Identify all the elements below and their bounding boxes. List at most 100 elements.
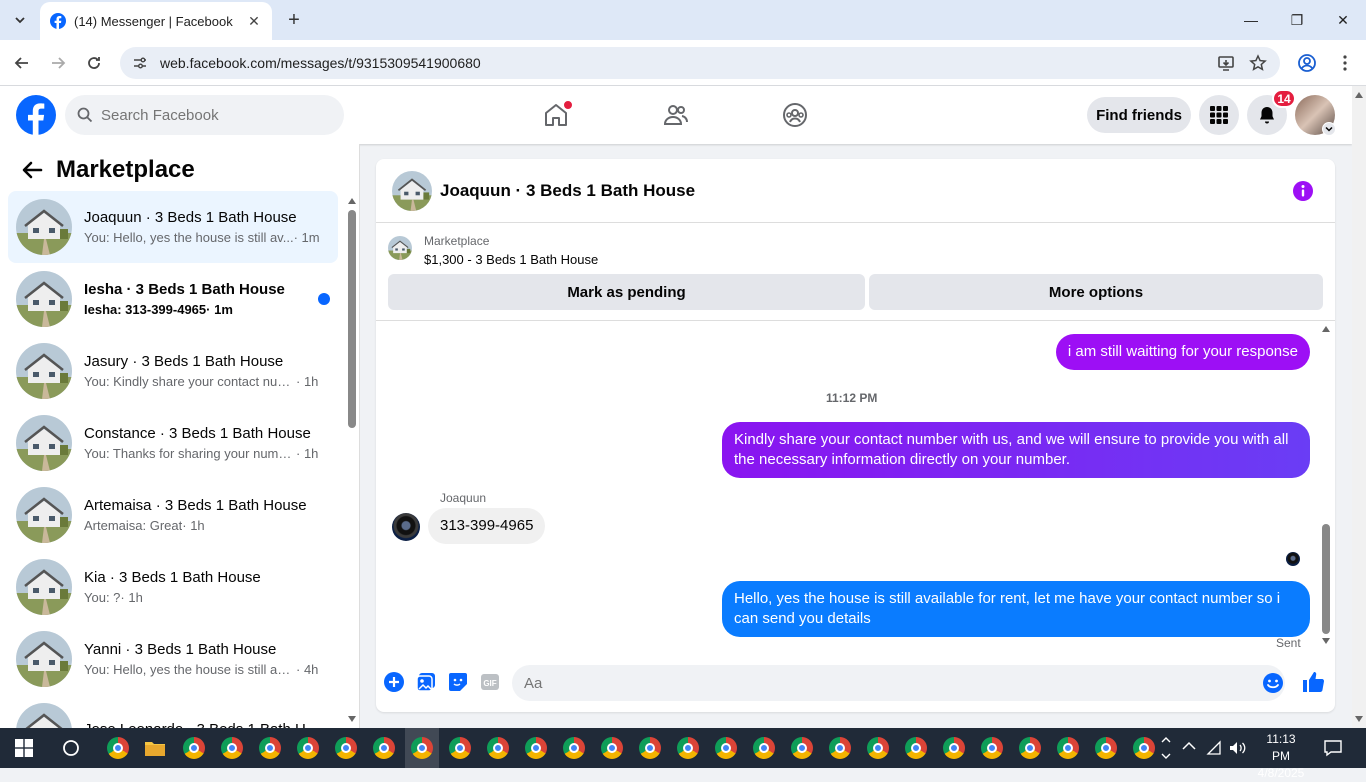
menu-grid-icon[interactable] <box>1199 95 1239 135</box>
account-chevron-down-icon[interactable] <box>1322 122 1336 136</box>
conversation-item[interactable]: Yanni · 3 Beds 1 Bath House You: Hello, y… <box>8 623 338 695</box>
scroll-down-icon[interactable] <box>348 716 356 722</box>
conversation-item[interactable]: Jose Leonardo · 3 Beds 1 Bath H... <box>8 695 338 728</box>
restore-icon[interactable]: ❐ <box>1274 6 1320 34</box>
conversation-item[interactable]: Kia · 3 Beds 1 Bath House You: ? · 1h <box>8 551 338 623</box>
chrome-taskbar-icon[interactable] <box>674 734 702 762</box>
info-icon[interactable] <box>1293 181 1313 201</box>
chrome-taskbar-icon[interactable] <box>978 734 1006 762</box>
chrome-taskbar-icon[interactable] <box>750 734 778 762</box>
attach-photo-icon[interactable] <box>415 671 437 693</box>
page-scrollbar[interactable] <box>1352 86 1366 728</box>
taskbar-overflow-chevron-icon[interactable] <box>1161 732 1171 764</box>
search-taskbar-icon[interactable] <box>57 734 85 762</box>
scroll-up-icon[interactable] <box>1322 326 1330 332</box>
friends-nav-icon[interactable] <box>661 100 691 130</box>
chrome-taskbar-icon[interactable] <box>405 728 439 768</box>
facebook-logo-icon[interactable] <box>16 95 56 135</box>
chat-scroll-thumb[interactable] <box>1322 524 1330 634</box>
chrome-taskbar-icon[interactable] <box>940 734 968 762</box>
chrome-taskbar-icon[interactable] <box>598 734 626 762</box>
chrome-taskbar-icon[interactable] <box>370 734 398 762</box>
listing-title[interactable]: $1,300 - 3 Beds 1 Bath House <box>424 252 598 267</box>
chrome-taskbar-icon[interactable] <box>256 734 284 762</box>
gif-icon[interactable]: GIF <box>479 671 501 693</box>
conversation-item[interactable]: Joaquun · 3 Beds 1 Bath House You: Hello,… <box>8 191 338 263</box>
chrome-taskbar-icon[interactable] <box>294 734 322 762</box>
chrome-taskbar-icon[interactable] <box>1054 734 1082 762</box>
groups-nav-icon[interactable] <box>780 100 810 130</box>
chrome-taskbar-icon[interactable] <box>788 734 816 762</box>
listing-thumbnail[interactable] <box>388 236 412 260</box>
network-icon[interactable] <box>1206 740 1222 756</box>
chrome-taskbar-icon[interactable] <box>1092 734 1120 762</box>
browser-tab[interactable]: (14) Messenger | Facebook ✕ <box>40 2 272 40</box>
chrome-taskbar-icon[interactable] <box>560 734 588 762</box>
find-friends-button[interactable]: Find friends <box>1087 97 1191 133</box>
chrome-taskbar-icon[interactable] <box>1130 734 1158 762</box>
install-app-icon[interactable] <box>1213 50 1239 76</box>
outgoing-message[interactable]: Kindly share your contact number with us… <box>722 422 1310 478</box>
tab-close-icon[interactable]: ✕ <box>246 13 262 29</box>
chrome-taskbar-icon[interactable] <box>446 734 474 762</box>
outgoing-message[interactable]: Hello, yes the house is still available … <box>722 581 1310 637</box>
chrome-taskbar-icon[interactable] <box>636 734 664 762</box>
mark-as-pending-button[interactable]: Mark as pending <box>388 274 865 310</box>
browser-menu-icon[interactable] <box>1332 50 1358 76</box>
conversation-item[interactable]: Iesha · 3 Beds 1 Bath House Iesha: 313-39… <box>8 263 338 335</box>
bookmark-star-icon[interactable] <box>1245 50 1271 76</box>
chrome-taskbar-icon[interactable] <box>332 734 360 762</box>
sticker-icon[interactable] <box>447 671 469 693</box>
scroll-up-icon[interactable] <box>348 198 356 204</box>
chrome-taskbar-icon[interactable] <box>218 734 246 762</box>
emoji-icon[interactable] <box>1262 672 1284 694</box>
profile-icon[interactable] <box>1294 50 1320 76</box>
incoming-message[interactable]: 313-399-4965 <box>428 508 546 544</box>
message-input[interactable] <box>512 665 1285 701</box>
chrome-taskbar-icon[interactable] <box>1016 734 1044 762</box>
home-nav-icon[interactable] <box>541 100 573 130</box>
sender-avatar[interactable] <box>392 513 420 541</box>
more-options-button[interactable]: More options <box>869 274 1323 310</box>
facebook-search[interactable] <box>65 95 344 135</box>
forward-icon[interactable] <box>45 50 71 76</box>
file-explorer-icon[interactable] <box>141 734 169 762</box>
chrome-taskbar-icon[interactable] <box>826 734 854 762</box>
chrome-taskbar-icon[interactable] <box>864 734 892 762</box>
chrome-taskbar-icon[interactable] <box>180 734 208 762</box>
reload-icon[interactable] <box>81 50 107 76</box>
conversation-item[interactable]: Artemaisa · 3 Beds 1 Bath House Artemaisa… <box>8 479 338 551</box>
conversation-item[interactable]: Jasury · 3 Beds 1 Bath House You: Kindly … <box>8 335 338 407</box>
page-scroll-up-icon[interactable] <box>1355 92 1363 98</box>
tab-search-icon[interactable] <box>8 8 32 32</box>
new-tab-icon[interactable]: + <box>282 8 306 32</box>
chrome-profile-taskbar-icon[interactable] <box>104 734 132 762</box>
chat-title[interactable]: Joaquun · 3 Beds 1 Bath House <box>440 181 695 201</box>
thumbs-up-icon[interactable] <box>1301 670 1325 694</box>
back-icon[interactable] <box>9 50 35 76</box>
outgoing-message[interactable]: i am still waitting for your response <box>1055 334 1310 370</box>
chrome-taskbar-icon[interactable] <box>902 734 930 762</box>
search-input[interactable] <box>101 106 301 124</box>
tray-chevron-up-icon[interactable] <box>1182 741 1196 751</box>
conversation-item[interactable]: Constance · 3 Beds 1 Bath House You: Than… <box>8 407 338 479</box>
chat-listing-thumbnail[interactable] <box>392 170 432 211</box>
site-info-icon[interactable] <box>132 55 148 71</box>
back-arrow-icon[interactable] <box>20 158 44 182</box>
windows-start-icon[interactable] <box>10 734 38 762</box>
plus-actions-icon[interactable] <box>383 671 405 693</box>
close-window-icon[interactable]: ✕ <box>1320 6 1366 34</box>
page-scroll-down-icon[interactable] <box>1355 716 1363 722</box>
sidebar-scroll-thumb[interactable] <box>348 210 356 428</box>
volume-icon[interactable] <box>1229 740 1247 756</box>
chrome-taskbar-icon[interactable] <box>712 734 740 762</box>
address-bar[interactable]: web.facebook.com/messages/t/931530954190… <box>120 47 1280 79</box>
notification-center-icon[interactable] <box>1324 739 1342 757</box>
chrome-taskbar-icon[interactable] <box>522 734 550 762</box>
chat-scrollbar[interactable] <box>1320 324 1332 652</box>
minimize-icon[interactable]: — <box>1228 6 1274 34</box>
chrome-taskbar-icon[interactable] <box>484 734 512 762</box>
taskbar-clock[interactable]: 11:13 PM 4/8/2025 <box>1256 731 1306 782</box>
scroll-down-icon[interactable] <box>1322 638 1330 644</box>
sidebar-scrollbar[interactable] <box>346 196 358 728</box>
